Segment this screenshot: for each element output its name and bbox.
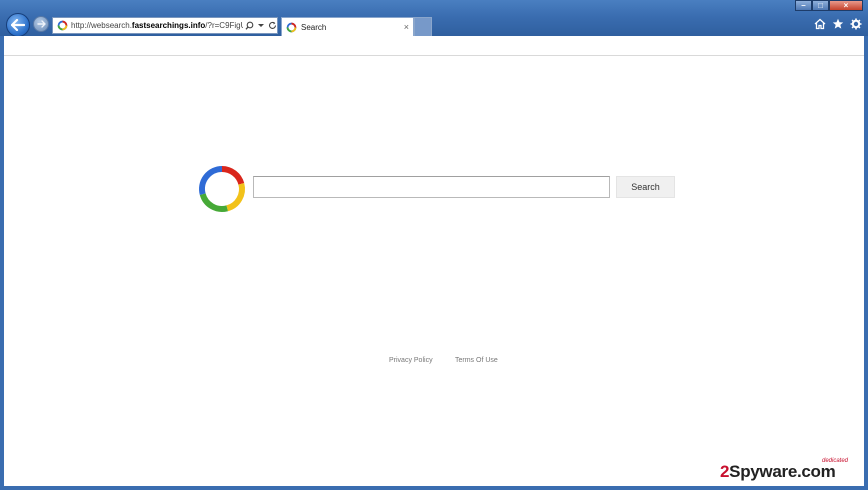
home-icon[interactable] xyxy=(814,18,826,30)
new-tab-button[interactable] xyxy=(414,17,432,36)
search-button[interactable]: Search xyxy=(616,176,675,198)
watermark-tag: dedicated xyxy=(822,458,849,464)
search-icon[interactable] xyxy=(245,21,254,30)
page-favicon xyxy=(57,20,68,31)
close-icon: × xyxy=(843,1,849,10)
back-button[interactable] xyxy=(6,13,30,37)
window-frame-bottom xyxy=(0,486,868,490)
minimize-button[interactable]: – xyxy=(795,0,812,11)
browser-window: – □ × http://websearch.fastsearchings.in… xyxy=(0,0,868,490)
url-text[interactable]: http://websearch.fastsearchings.info/?r=… xyxy=(71,21,243,30)
search-input[interactable] xyxy=(253,176,610,198)
maximize-button[interactable]: □ xyxy=(812,0,829,11)
back-arrow-icon xyxy=(7,14,29,36)
search-logo xyxy=(199,166,245,212)
maximize-icon: □ xyxy=(818,1,823,10)
url-domain: fastsearchings.info xyxy=(131,21,206,30)
watermark-logo: 2Spyware.com dedicated xyxy=(720,458,860,482)
settings-gear-icon[interactable] xyxy=(850,18,862,30)
forward-button[interactable] xyxy=(33,16,49,32)
url-suffix: /?r=C9FigU7l xyxy=(205,21,243,30)
window-frame-right xyxy=(864,36,868,490)
close-window-button[interactable]: × xyxy=(829,0,863,11)
privacy-policy-link[interactable]: Privacy Policy xyxy=(389,357,433,364)
refresh-icon[interactable] xyxy=(268,21,277,30)
tab-close-icon[interactable]: × xyxy=(404,22,409,32)
watermark-name: Spyware.com xyxy=(729,462,836,481)
page-content: Search Privacy Policy Terms Of Use xyxy=(4,36,864,486)
tab-label: Search xyxy=(301,22,327,32)
address-bar[interactable]: http://websearch.fastsearchings.info/?r=… xyxy=(52,17,278,34)
dropdown-icon[interactable] xyxy=(258,23,264,28)
favorites-star-icon[interactable] xyxy=(832,18,844,30)
tab-search[interactable]: Search × xyxy=(281,17,414,36)
command-bar xyxy=(4,36,864,56)
forward-arrow-icon xyxy=(34,17,48,31)
url-prefix: http://websearch. xyxy=(71,21,132,30)
watermark-text: 2Spyware.com xyxy=(720,462,836,482)
watermark-number: 2 xyxy=(720,462,730,481)
tab-favicon xyxy=(286,22,297,32)
minimize-icon: – xyxy=(801,1,806,10)
terms-of-use-link[interactable]: Terms Of Use xyxy=(455,357,498,364)
